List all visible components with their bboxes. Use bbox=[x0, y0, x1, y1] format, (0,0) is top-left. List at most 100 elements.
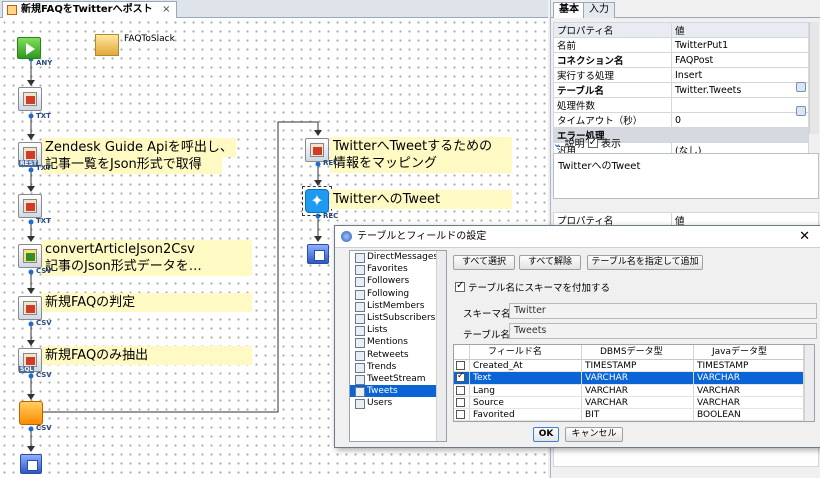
table-list-item[interactable]: Mentions bbox=[350, 336, 446, 349]
column-header[interactable]: DBMSデータ型 bbox=[582, 345, 694, 359]
prop-value[interactable]: TwitterPut1 bbox=[671, 37, 809, 53]
prop-value[interactable]: 0 bbox=[671, 112, 809, 128]
select-all-button[interactable]: すべて選択 bbox=[453, 255, 515, 270]
description-bar: ⌄ 説明 表示 bbox=[553, 136, 819, 152]
judge-component[interactable] bbox=[18, 296, 42, 320]
table-list-scrollbar[interactable] bbox=[436, 251, 446, 441]
prop-value[interactable]: Insert bbox=[671, 67, 809, 83]
twitter-bird-icon[interactable]: ✦ bbox=[305, 189, 329, 213]
schema-checkbox-label: テーブル名にスキーマを付加する bbox=[468, 283, 610, 294]
table-list-item[interactable]: Retweets bbox=[350, 349, 446, 361]
end-component[interactable] bbox=[307, 244, 329, 264]
app-icon bbox=[341, 231, 352, 242]
table-list-item[interactable]: ListMembers bbox=[350, 300, 446, 312]
start-component[interactable] bbox=[17, 37, 41, 59]
tab-basic[interactable]: 基本 bbox=[553, 2, 585, 18]
close-icon[interactable]: ✕ bbox=[799, 226, 810, 248]
column-header[interactable]: フィールド名 bbox=[470, 345, 582, 359]
field-checkbox[interactable] bbox=[456, 397, 465, 407]
field-name: Lang bbox=[470, 384, 582, 396]
schema-checkbox-row[interactable]: テーブル名にスキーマを付加する bbox=[455, 280, 610, 294]
dialog-titlebar: テーブルとフィールドの設定 ✕ bbox=[335, 226, 820, 248]
show-checkbox[interactable] bbox=[587, 136, 598, 149]
table-name-label: テーブル名 bbox=[463, 330, 510, 341]
prop-key: コネクション名 bbox=[553, 52, 672, 68]
schema-name-label: スキーマ名 bbox=[463, 309, 511, 320]
json-to-csv-component[interactable] bbox=[18, 244, 42, 268]
ok-button[interactable]: OK bbox=[533, 427, 559, 442]
rest-call-component[interactable]: REST bbox=[18, 142, 42, 167]
extract-label: 新規FAQのみ抽出 bbox=[42, 346, 252, 365]
table-list-item[interactable]: Trends bbox=[350, 361, 446, 373]
table-list-item-selected[interactable]: Tweets bbox=[350, 385, 446, 398]
schema-name-field[interactable]: Twitter bbox=[509, 303, 817, 319]
variable-assign-component[interactable] bbox=[18, 194, 42, 218]
table-list-item[interactable]: Lists bbox=[350, 324, 446, 337]
port-type-label: CSV bbox=[36, 267, 52, 275]
script-icon bbox=[7, 5, 17, 15]
col-property-name: プロパティ名 bbox=[553, 22, 672, 38]
prop-value[interactable]: Twitter.Tweets bbox=[671, 82, 809, 98]
field-row[interactable]: Created_At TIMESTAMP TIMESTAMP bbox=[454, 360, 814, 373]
field-row-selected[interactable]: Text VARCHAR VARCHAR bbox=[454, 372, 814, 385]
field-java-type: VARCHAR bbox=[694, 396, 804, 409]
field-row[interactable]: Favorited BIT BOOLEAN bbox=[454, 409, 814, 421]
field-name: Created_At bbox=[470, 360, 582, 372]
field-checkbox[interactable] bbox=[456, 410, 465, 420]
add-by-name-button[interactable]: テーブル名を指定して追加 bbox=[587, 255, 703, 270]
field-table-scrollbar[interactable] bbox=[804, 345, 814, 421]
table-list-item[interactable]: Users bbox=[350, 397, 446, 410]
description-tab[interactable]: 説明 bbox=[565, 139, 585, 150]
tab-close-icon[interactable]: × bbox=[162, 4, 170, 15]
prop-key: 実行する処理 bbox=[553, 67, 672, 83]
field-checkbox[interactable] bbox=[456, 372, 465, 383]
table-list-item[interactable]: TweetStream bbox=[350, 373, 446, 386]
field-checkbox[interactable] bbox=[456, 385, 465, 395]
loop-component[interactable] bbox=[19, 401, 43, 425]
property-tabs: 基本 入力 bbox=[551, 0, 820, 18]
editor-tabbar: 新規FAQをTwitterへポスト × bbox=[0, 0, 548, 18]
field-java-type: BOOLEAN bbox=[694, 409, 804, 421]
port-type-label: TXT bbox=[36, 164, 51, 172]
prop-key: 名前 bbox=[553, 37, 672, 53]
mapping-label-2: 情報をマッピング bbox=[330, 154, 512, 173]
field-java-type: TIMESTAMP bbox=[694, 360, 804, 372]
table-list-item[interactable]: Favorites bbox=[350, 263, 446, 276]
column-header[interactable]: Javaデータ型 bbox=[694, 345, 804, 359]
col-value: 値 bbox=[671, 22, 809, 38]
cancel-button[interactable]: キャンセル bbox=[565, 427, 623, 442]
table-list[interactable]: DirectMessages Favorites Followers Follo… bbox=[349, 250, 447, 442]
port-type-label: CSV bbox=[36, 424, 52, 432]
end-component[interactable] bbox=[20, 454, 42, 474]
table-list-item[interactable]: Following bbox=[350, 288, 446, 300]
table-field-dialog: テーブルとフィールドの設定 ✕ DirectMessages Favorites… bbox=[334, 225, 820, 448]
table-list-item[interactable]: Followers bbox=[350, 275, 446, 288]
browse-button[interactable] bbox=[796, 82, 806, 92]
property-scrollbar[interactable] bbox=[809, 22, 819, 134]
description-textarea[interactable]: TwitterへのTweet bbox=[553, 153, 819, 199]
field-row[interactable]: Lang VARCHAR VARCHAR bbox=[454, 384, 814, 397]
field-checkbox[interactable] bbox=[456, 361, 465, 370]
chevron-down-icon[interactable]: ⌄ bbox=[553, 139, 561, 150]
field-java-type: VARCHAR bbox=[694, 372, 804, 384]
deselect-all-button[interactable]: すべて解除 bbox=[519, 255, 581, 270]
prop-value[interactable]: FAQPost bbox=[671, 52, 809, 68]
prop-value[interactable] bbox=[671, 97, 809, 113]
field-table[interactable]: フィールド名 DBMSデータ型 Javaデータ型 Created_At TIME… bbox=[453, 344, 815, 422]
field-dbms-type: VARCHAR bbox=[582, 396, 694, 409]
sticky-note-label: FAQToSlack bbox=[124, 34, 175, 44]
browse-button[interactable] bbox=[796, 106, 806, 116]
port-type-label: CSV bbox=[36, 371, 52, 379]
schema-checkbox[interactable] bbox=[455, 280, 465, 292]
table-name-field[interactable]: Tweets bbox=[509, 323, 817, 339]
field-row[interactable]: Source VARCHAR VARCHAR bbox=[454, 396, 814, 410]
table-list-item[interactable]: ListSubscribers bbox=[350, 312, 446, 325]
field-dbms-type: TIMESTAMP bbox=[582, 360, 694, 372]
editor-tab[interactable]: 新規FAQをTwitterへポスト × bbox=[2, 1, 178, 18]
sql-filter-component[interactable]: SQL bbox=[18, 348, 42, 373]
table-list-item[interactable]: DirectMessages bbox=[350, 251, 446, 264]
editor-tab-title: 新規FAQをTwitterへポスト bbox=[21, 4, 153, 15]
variable-assign-component[interactable] bbox=[18, 87, 42, 111]
sticky-note-icon[interactable] bbox=[95, 34, 119, 56]
tab-input[interactable]: 入力 bbox=[583, 2, 615, 18]
